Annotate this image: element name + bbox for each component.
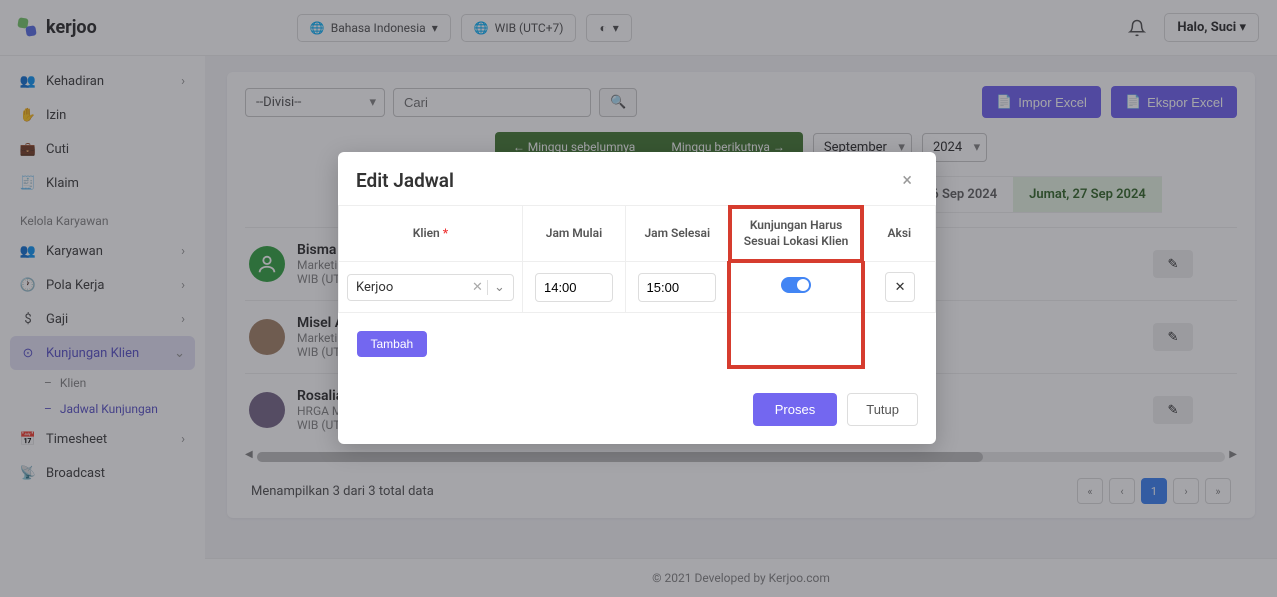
col-klien: Klien *: [339, 206, 523, 262]
col-kunjungan-lokasi: Kunjungan Harus Sesuai Lokasi Klien: [729, 206, 863, 262]
close-icon: ✕: [895, 280, 906, 295]
klien-select[interactable]: Kerjoo ✕ ⌄: [347, 274, 514, 301]
edit-jadwal-modal: Edit Jadwal × Klien * Jam Mulai Jam Sele…: [338, 152, 936, 444]
schedule-row: Kerjoo ✕ ⌄ ✕: [339, 262, 936, 313]
klien-value: Kerjoo: [356, 280, 393, 295]
jam-mulai-input[interactable]: [535, 273, 613, 302]
modal-close-button[interactable]: ×: [896, 168, 918, 193]
tutup-button[interactable]: Tutup: [847, 393, 918, 426]
schedule-table: Klien * Jam Mulai Jam Selesai Kunjungan …: [338, 205, 936, 369]
col-jam-selesai: Jam Selesai: [626, 206, 729, 262]
modal-title: Edit Jadwal: [356, 169, 454, 192]
tambah-button[interactable]: Tambah: [357, 331, 428, 357]
chevron-down-icon: ⌄: [487, 280, 505, 295]
delete-row-button[interactable]: ✕: [885, 272, 915, 302]
proses-button[interactable]: Proses: [753, 393, 837, 426]
clear-klien-button[interactable]: ✕: [468, 280, 487, 295]
col-jam-mulai: Jam Mulai: [522, 206, 625, 262]
lokasi-toggle[interactable]: [781, 277, 811, 293]
jam-selesai-input[interactable]: [638, 273, 716, 302]
col-aksi: Aksi: [863, 206, 935, 262]
